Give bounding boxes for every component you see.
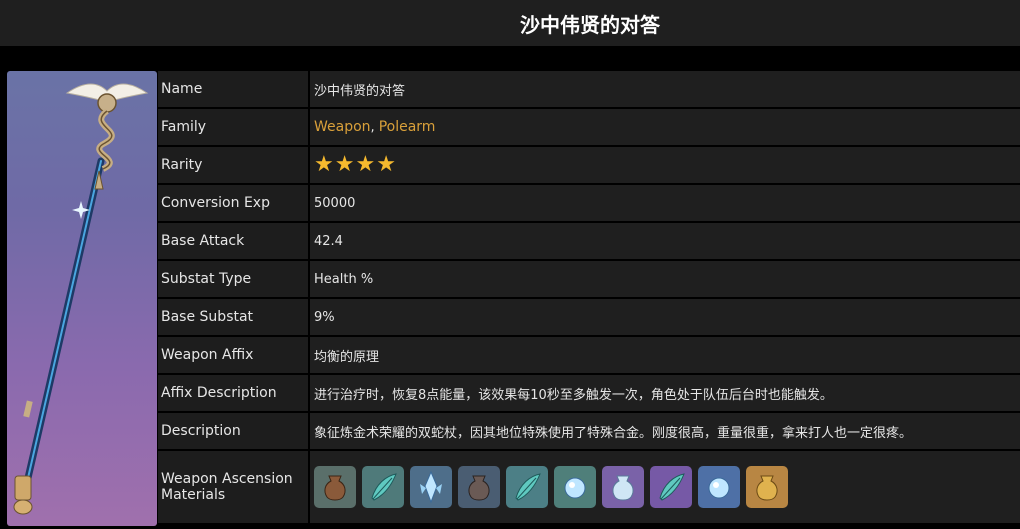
base-attack-label: Base Attack: [158, 223, 308, 259]
glass-vessel-icon: [612, 475, 634, 501]
material-item[interactable]: [506, 466, 548, 508]
substat-type-label: Substat Type: [158, 261, 308, 297]
rarity-label: Rarity: [158, 147, 308, 183]
name-value: 沙中伟贤的对答: [310, 71, 1020, 107]
base-substat-value: 9%: [310, 299, 1020, 335]
weapon-image: [7, 71, 157, 526]
name-label: Name: [158, 71, 308, 107]
material-item[interactable]: [410, 466, 452, 508]
affix-description-label: Affix Description: [158, 375, 308, 411]
conversion-row: Conversion Exp 50000: [158, 185, 1020, 221]
materials-row: Weapon Ascension Materials: [158, 451, 1020, 523]
polearm-link[interactable]: Polearm: [379, 119, 436, 135]
description-label: Description: [158, 413, 308, 449]
family-separator: ,: [370, 119, 375, 135]
bronze-vessel-icon: [324, 475, 346, 501]
teal-feather-icon: [515, 473, 541, 501]
teal-feather-icon: [659, 473, 685, 501]
conversion-value: 50000: [310, 185, 1020, 221]
affix-description-row: Affix Description 进行治疗时，恢复8点能量，该效果每10秒至多…: [158, 375, 1020, 411]
crystal-orb-icon: [708, 477, 730, 499]
materials-list: [310, 451, 1020, 523]
affix-description-value: 进行治疗时，恢复8点能量，该效果每10秒至多触发一次，角色处于队伍后台时也能触发…: [310, 375, 1020, 411]
rarity-stars: ★ ★ ★ ★: [310, 147, 1020, 183]
star-icon: ★: [376, 152, 396, 177]
page-title: 沙中伟贤的对答: [520, 12, 660, 37]
base-substat-label: Base Substat: [158, 299, 308, 335]
conversion-label: Conversion Exp: [158, 185, 308, 221]
family-value: Weapon , Polearm: [310, 109, 1020, 145]
material-item[interactable]: [698, 466, 740, 508]
rarity-row: Rarity ★ ★ ★ ★: [158, 147, 1020, 183]
weapon-info-table: Name 沙中伟贤的对答 Family Weapon , Polearm Rar…: [158, 71, 1020, 525]
page-header: 沙中伟贤的对答: [0, 0, 1020, 46]
family-label: Family: [158, 109, 308, 145]
materials-label-line1: Weapon Ascension: [161, 471, 293, 487]
polearm-icon: [13, 83, 149, 515]
gold-vessel-icon: [756, 475, 778, 501]
description-value: 象征炼金术荣耀的双蛇杖，因其地位特殊使用了特殊合金。刚度很高，重量很重，拿来打人…: [310, 413, 1020, 449]
name-row: Name 沙中伟贤的对答: [158, 71, 1020, 107]
base-substat-row: Base Substat 9%: [158, 299, 1020, 335]
material-item[interactable]: [362, 466, 404, 508]
materials-label: Weapon Ascension Materials: [158, 451, 308, 523]
base-attack-row: Base Attack 42.4: [158, 223, 1020, 259]
material-item[interactable]: [458, 466, 500, 508]
affix-value: 均衡的原理: [310, 337, 1020, 373]
substat-type-row: Substat Type Health %: [158, 261, 1020, 297]
material-item[interactable]: [314, 466, 356, 508]
dark-vessel-icon: [468, 475, 490, 501]
weapon-link[interactable]: Weapon: [314, 119, 371, 135]
materials-label-line2: Materials: [161, 487, 226, 503]
crystal-orb-icon: [564, 477, 586, 499]
teal-feather-icon: [371, 473, 397, 501]
affix-label: Weapon Affix: [158, 337, 308, 373]
affix-row: Weapon Affix 均衡的原理: [158, 337, 1020, 373]
material-item[interactable]: [602, 466, 644, 508]
substat-type-value: Health %: [310, 261, 1020, 297]
material-item[interactable]: [554, 466, 596, 508]
material-item[interactable]: [650, 466, 692, 508]
star-icon: ★: [334, 152, 355, 177]
star-icon: ★: [314, 152, 334, 177]
description-row: Description 象征炼金术荣耀的双蛇杖，因其地位特殊使用了特殊合金。刚度…: [158, 413, 1020, 449]
crystal-shard-icon: [420, 470, 442, 504]
material-item[interactable]: [746, 466, 788, 508]
star-icon: ★: [355, 152, 376, 177]
base-attack-value: 42.4: [310, 223, 1020, 259]
family-row: Family Weapon , Polearm: [158, 109, 1020, 145]
